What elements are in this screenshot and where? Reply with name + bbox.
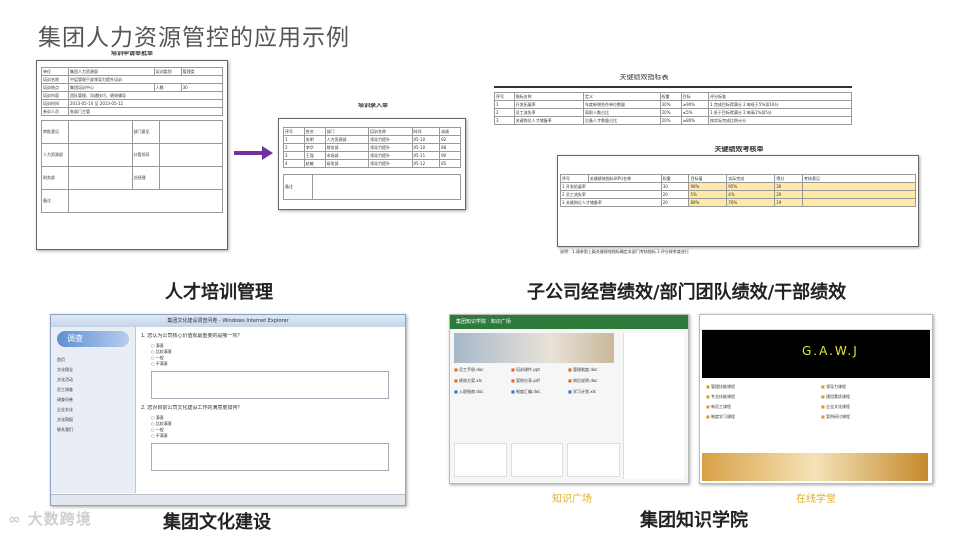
approval-table: 单位 集团人力资源部 培训类别 管理类 培训名称 中层管理干部领导力提升培训 培训地点集…: [41, 67, 224, 116]
kpi-indicator-table: 序号 指标名称 定义 权重 目标 评分标准 1 开发拓展率 年度新增合作单位数量 30% ≥90%…: [494, 92, 852, 125]
nav-item[interactable]: 首页: [57, 357, 129, 363]
caption-performance: 子公司经营绩效/部门团队绩效/干部绩效: [527, 282, 847, 303]
nav-item[interactable]: 联系我们: [57, 427, 129, 433]
header-cell: 序号: [560, 174, 589, 183]
kpi-row: 3 关键岗位人才储备率: [560, 198, 662, 207]
header-cell: 关键绩效指标(KPI)名称: [587, 174, 662, 183]
course-item[interactable]: ■ 专业技能课程: [706, 394, 811, 400]
culture-logo: 调查: [57, 331, 129, 347]
nav-item[interactable]: 调查问卷: [57, 397, 129, 403]
doc-item[interactable]: ■ 绩效方案.xls: [454, 378, 506, 384]
training-approval-title: 培训申请审批单: [110, 51, 153, 57]
nav-item[interactable]: 文化理念: [57, 367, 129, 373]
kpi-review-table: 序号 关键绩效指标(KPI)名称 权重 目标值 实际完成 得分 考核意见 1 开…: [560, 174, 916, 207]
course-item[interactable]: ■ 案例研讨课程: [821, 414, 926, 420]
kpi-review-footer: 说明：1.请参照上级关键绩效指标确定本部门考核指标 2.评分按季度进行: [560, 249, 689, 254]
doc-item[interactable]: ■ 制度汇编.doc: [511, 389, 563, 395]
doc-item[interactable]: ■ 管理制度.doc: [568, 367, 620, 373]
academy-banner-image: [454, 333, 614, 363]
knowledge-square-screen: 集团知识学院 · 知识广场 ■ 员工手册.doc ■ 培训课件.ppt ■ 管理…: [449, 314, 689, 484]
field-label: 培训地点: [41, 83, 69, 92]
online-school-screen: G.A.W.J ■ 管理技能课程 ■ 领导力课程 ■ 专业技能课程 ■ 通用素质…: [699, 314, 933, 484]
nav-item[interactable]: 文化活动: [57, 377, 129, 383]
comment-textarea[interactable]: [151, 371, 389, 399]
course-item[interactable]: ■ 通用素质课程: [821, 394, 926, 400]
doc-item[interactable]: ■ 案例分享.pdf: [511, 378, 563, 384]
course-item[interactable]: ■ 新员工课程: [706, 404, 811, 410]
online-school-footer-image: [702, 453, 928, 481]
academy-right-column: [623, 333, 684, 479]
online-school-banner: G.A.W.J: [702, 330, 930, 378]
doc-item[interactable]: ■ 培训课件.ppt: [511, 367, 563, 373]
field-label: 培训内容: [41, 91, 69, 100]
training-import-title: 培训录入单: [357, 103, 388, 109]
culture-content: 1. 您认为公司核心价值观最重要的是哪一项？ ○ 满意 ○ 比较满意 ○ 一般 …: [141, 333, 399, 493]
nav-item[interactable]: 文化简报: [57, 417, 129, 423]
field-label: 培训时间: [41, 99, 69, 108]
field-label: 培训名称: [41, 75, 69, 84]
culture-sidebar: 调查 首页 文化理念 文化活动 员工调查 调查问卷 企业文化 文化简报 联系我们: [51, 327, 136, 493]
academy-header: 集团知识学院 · 知识广场: [450, 315, 688, 329]
logo-text: 调查: [67, 334, 83, 343]
course-item[interactable]: ■ 领导力课程: [821, 384, 926, 390]
kpi-review-title: 关键绩效考核单: [714, 146, 764, 152]
nav-item[interactable]: 员工调查: [57, 387, 129, 393]
question-1: 1. 您认为公司核心价值观最重要的是哪一项？: [141, 333, 243, 339]
option-radio[interactable]: ○ 不满意: [151, 361, 399, 367]
infinity-icon: ∞: [8, 510, 22, 528]
header-cell: 权重: [660, 174, 690, 183]
comment-textarea[interactable]: [151, 443, 389, 471]
header-cell: 目标值: [688, 174, 728, 183]
caption-culture: 集团文化建设: [163, 512, 271, 533]
caption-training: 人才培训管理: [165, 282, 273, 303]
culture-browser-window: 集团文化建设调查问卷 - Windows Internet Explorer 调…: [50, 314, 406, 506]
kpi-indicator-title: 关键绩效指标表: [619, 74, 669, 80]
flow-arrow-icon: [234, 146, 273, 160]
field-label: 参训人员: [41, 107, 69, 116]
training-approval-form: 培训申请审批单 单位 集团人力资源部 培训类别 管理类 培训名称 中层管理干部领导力提升…: [36, 51, 228, 250]
nav-item[interactable]: 企业文化: [57, 407, 129, 413]
doc-item[interactable]: ■ 入职指南.doc: [454, 389, 506, 395]
header-cell: 得分: [774, 174, 803, 183]
window-title: 集团文化建设调查问卷 - Windows Internet Explorer: [51, 315, 405, 327]
header-cell: 实际完成: [726, 174, 776, 183]
course-item[interactable]: ■ 制度学习课程: [706, 414, 811, 420]
kpi-review-form: 关键绩效考核单 序号 关键绩效指标(KPI)名称 权重 目标值 实际完成 得分 …: [557, 146, 919, 254]
course-item[interactable]: ■ 企业文化课程: [821, 404, 926, 410]
brand-watermark: ∞ 大数跨境: [8, 510, 92, 528]
field-label: 单位: [41, 67, 69, 76]
kpi-row: 2 员工流失率: [560, 190, 662, 199]
training-import-form: 培训录入单 序号 姓名 部门 培训名称 时间 成绩 1 张明 人力资源部 领导力提升 05-10 9…: [278, 103, 466, 210]
caption-academy: 集团知识学院: [640, 510, 748, 531]
import-note-table: 备注: [283, 174, 461, 200]
question-2: 2. 您对目前公司文化建设工作的满意度如何？: [141, 405, 243, 411]
option-radio[interactable]: ○ 不满意: [151, 433, 399, 439]
page-title: 集团人力资源管控的应用示例: [38, 25, 350, 51]
doc-item[interactable]: ■ 岗位说明.doc: [568, 378, 620, 384]
kpi-row: 1 开发拓展率: [560, 182, 662, 191]
online-school-label: 在线学堂: [796, 494, 836, 505]
import-table: 序号 姓名 部门 培训名称 时间 成绩 1 张明 人力资源部 领导力提升 05-10 92 2 李华财…: [283, 127, 461, 168]
banner-logo: G.A.W.J: [802, 344, 859, 358]
course-item[interactable]: ■ 管理技能课程: [706, 384, 811, 390]
approval-opinion-table: 审批意见 部门意见 人力资源部 分管领导 财务部 总经理 备注: [41, 120, 223, 213]
doc-item[interactable]: ■ 员工手册.doc: [454, 367, 506, 373]
knowledge-square-label: 知识广场: [552, 494, 592, 505]
status-bar: [51, 494, 405, 505]
doc-item[interactable]: ■ 学习计划.xls: [568, 389, 620, 395]
academy-bottom-cards: [454, 443, 621, 477]
